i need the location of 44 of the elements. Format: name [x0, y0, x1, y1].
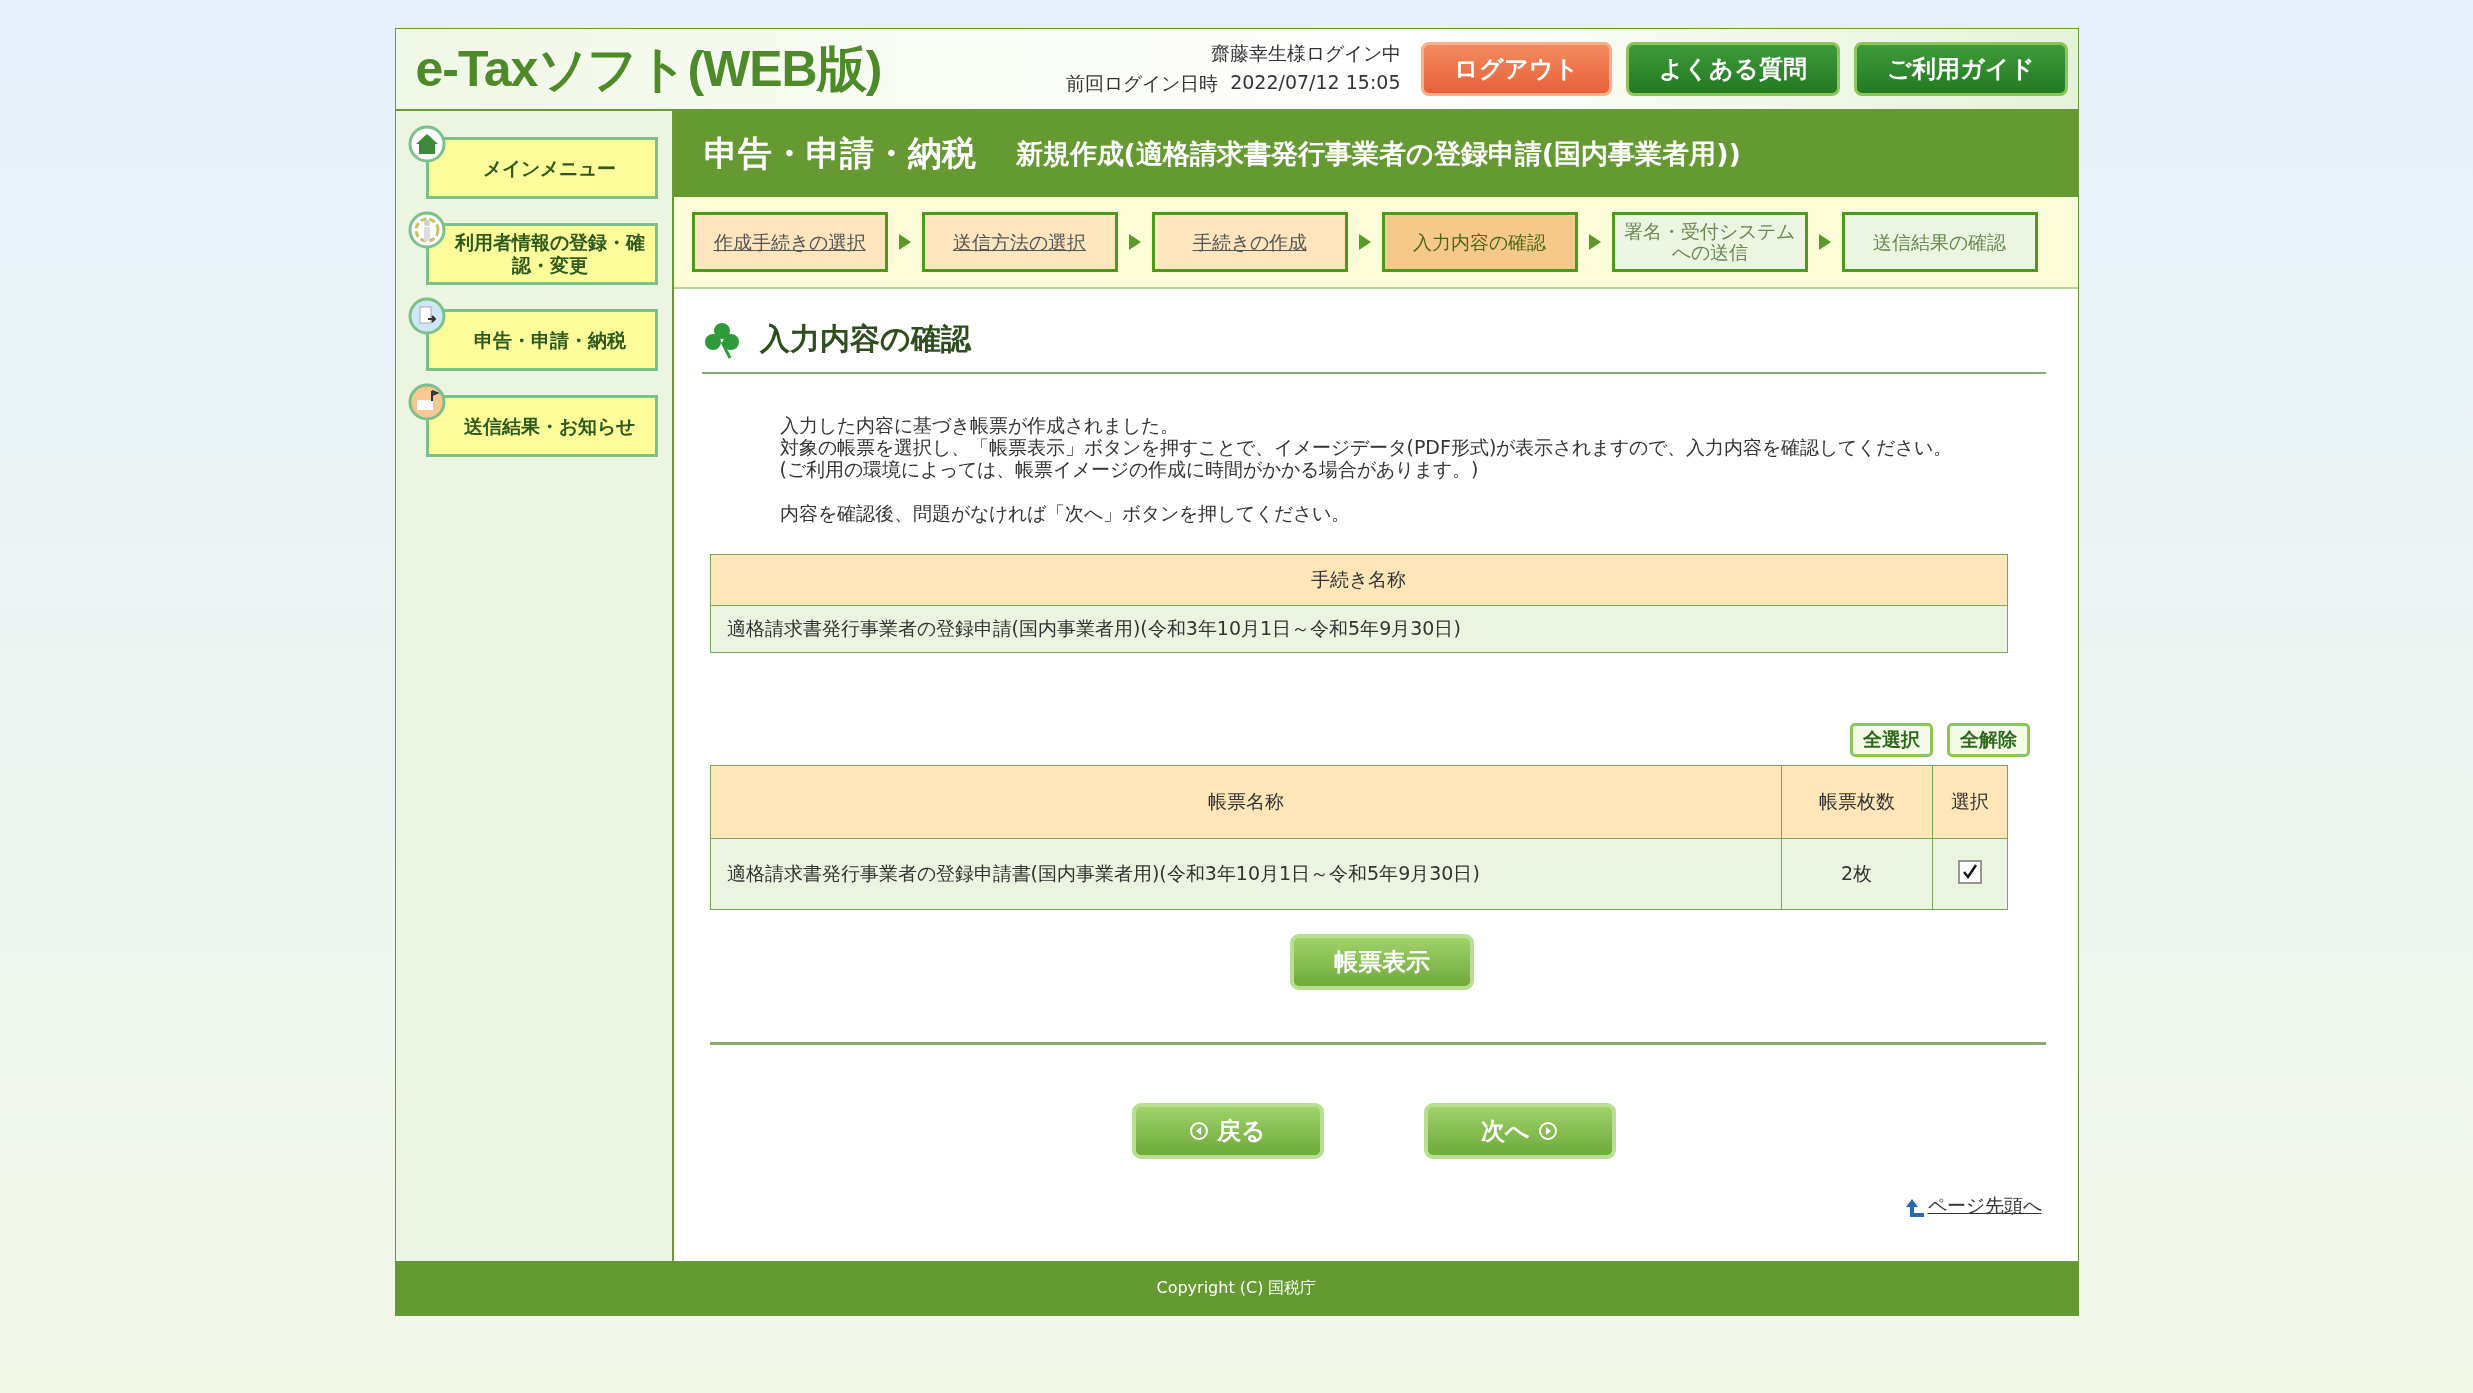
page-title: 申告・申請・納税 [703, 132, 976, 175]
table-cell: 適格請求書発行事業者の登録申請(国内事業者用)(令和3年10月1日～令和5年9月30日) [710, 605, 2007, 653]
checkbox[interactable] [1957, 860, 1982, 884]
header-button[interactable]: よくある質問 [1625, 42, 1840, 96]
table-cell: 2枚 [1781, 838, 1932, 910]
step-arrow-icon [897, 233, 912, 251]
instruction-text: 入力した内容に基づき帳票が作成されました。 [778, 414, 1180, 436]
sidebar-item[interactable]: 送信結果・お知らせ [425, 395, 658, 457]
step-item[interactable]: 手続きの作成 [1151, 212, 1348, 272]
sidebar-item[interactable]: 申告・申請・納税 [425, 309, 658, 371]
step-item[interactable]: 作成手続きの選択 [691, 212, 888, 272]
instruction-text: 対象の帳票を選択し、「帳票表示」ボタンを押すことで、イメージデータ(PDF形式)が表示されますので、入力内容を確認してください。 [778, 436, 1954, 458]
step-item: 送信結果の確認 [1841, 212, 2038, 272]
page-top-link[interactable]: ページ先頭へ [1927, 1193, 2042, 1219]
copyright-text: Copyright (C) 国税庁 [1156, 1277, 1317, 1299]
last-login-label: 前回ログイン日時 [1066, 71, 1219, 96]
page-subtitle: 新規作成(適格請求書発行事業者の登録申請(国内事業者用)) [1015, 137, 1741, 171]
person-icon [407, 211, 446, 249]
step-arrow-icon [1357, 233, 1372, 251]
header-button[interactable]: ご利用ガイド [1853, 42, 2068, 96]
select-button[interactable]: 全解除 [1946, 723, 2030, 757]
step-arrow-icon [1127, 233, 1142, 251]
sidebar-item[interactable]: メインメニュー [425, 137, 658, 199]
last-login-time: 2022/07/12 15:05 [1230, 71, 1401, 95]
column-header: 帳票名称 [710, 765, 1781, 839]
section-title: 入力内容の確認 [759, 320, 971, 358]
table-header: 手続き名称 [710, 554, 2007, 606]
select-button[interactable]: 全選択 [1849, 723, 1933, 757]
user-status: 齋藤幸生様ログイン中 [1210, 41, 1401, 66]
instruction-text: 内容を確認後、問題がなければ「次へ」ボタンを押してください。 [778, 502, 1351, 524]
mailbox-icon [407, 383, 446, 421]
step-arrow-icon [1817, 233, 1832, 251]
house-icon [407, 125, 446, 163]
step-item: 署名・受付システムへの送信 [1611, 212, 1808, 272]
app-logo: e-Taxソフト(WEB版) [415, 39, 883, 99]
column-header: 選択 [1932, 765, 2007, 839]
step-arrow-icon [1587, 233, 1602, 251]
up-arrow-icon [1903, 1197, 1926, 1219]
step-item: 入力内容の確認 [1381, 212, 1578, 272]
column-header: 帳票枚数 [1781, 765, 1932, 839]
sidebar-item[interactable]: 利用者情報の登録・確認・変更 [425, 223, 658, 285]
instruction-text: (ご利用の環境によっては、帳票イメージの作成に時間がかかる場合があります。) [778, 458, 1480, 480]
table-cell: 適格請求書発行事業者の登録申請書(国内事業者用)(令和3年10月1日～令和5年9月30日) [710, 838, 1781, 910]
step-item[interactable]: 送信方法の選択 [921, 212, 1118, 272]
